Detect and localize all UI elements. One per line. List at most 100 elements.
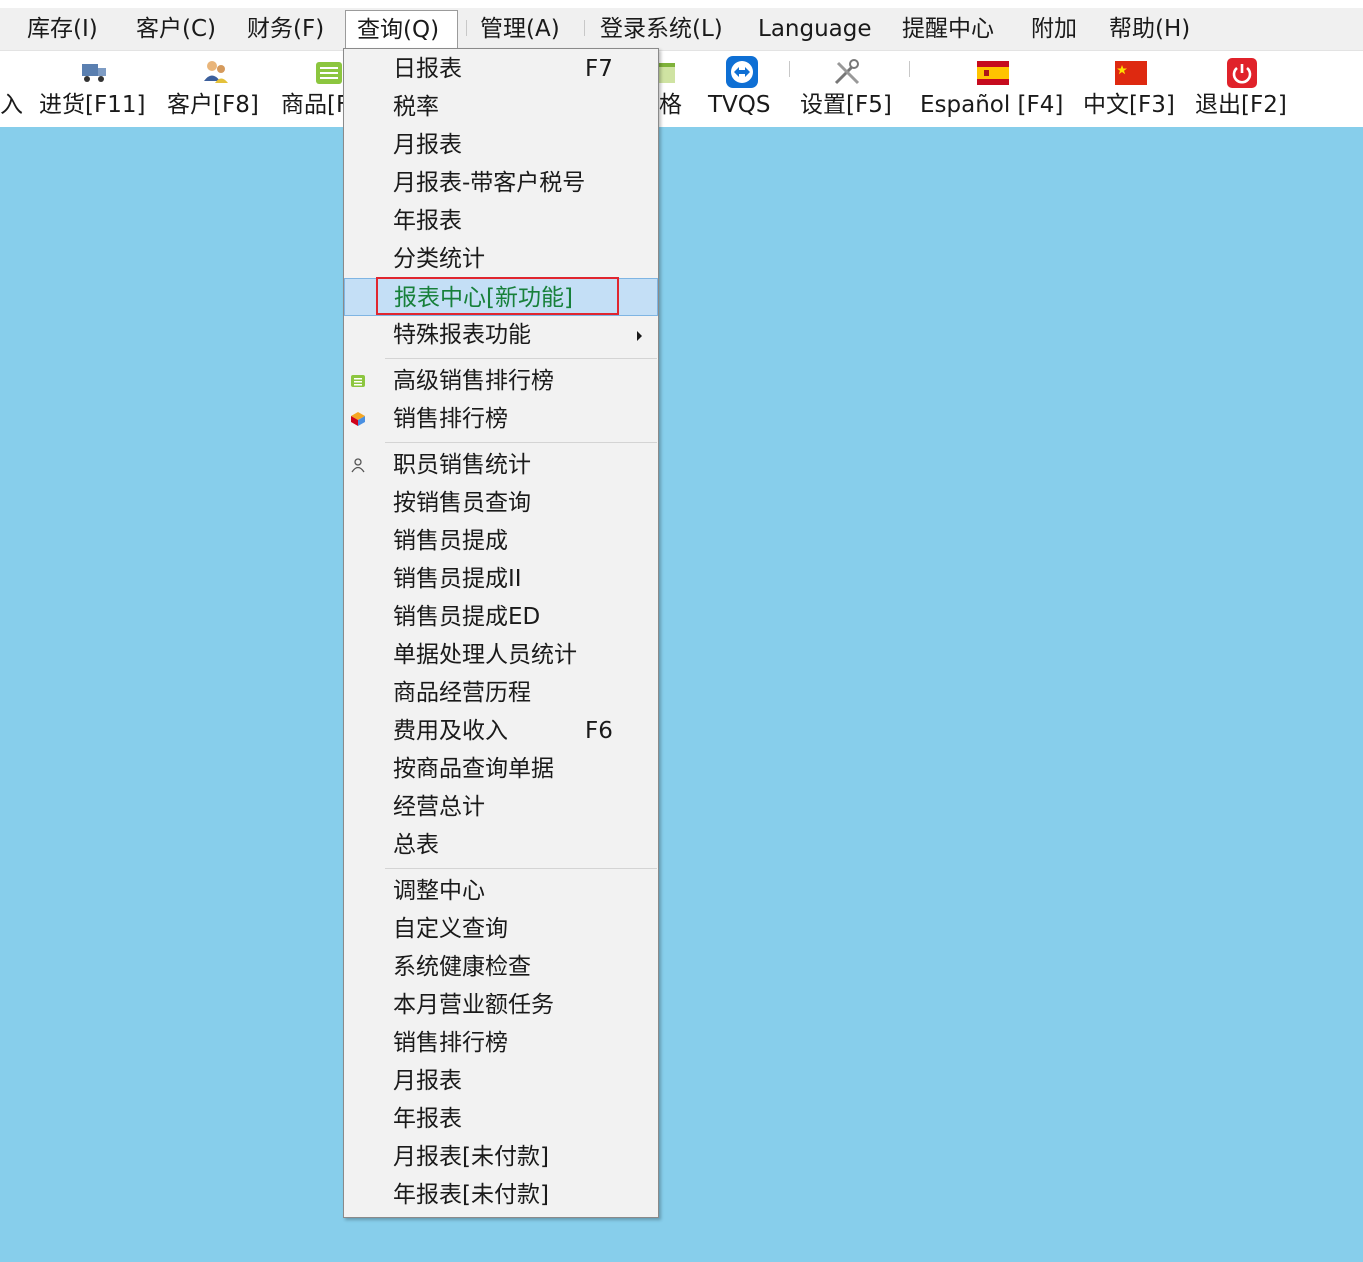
users-icon — [204, 61, 228, 83]
menu-item-monthly-report-tax-id[interactable]: 月报表-带客户税号 — [344, 164, 658, 202]
menu-item-label: 分类统计 — [393, 246, 485, 272]
menu-finance[interactable]: 财务(F) — [247, 8, 324, 50]
menu-item-label: 日报表 — [393, 56, 462, 82]
menu-item-summary-table[interactable]: 总表 — [344, 826, 658, 864]
window-top-strip — [0, 0, 1363, 8]
menu-item-label: 年报表 — [393, 1106, 462, 1132]
menu-item-tax-rate[interactable]: 税率 — [344, 88, 658, 126]
china-flag-icon — [1115, 61, 1147, 85]
toolbar-button-settings[interactable]: 设置[F5] — [800, 51, 896, 127]
menu-login-system[interactable]: 登录系统(L) — [600, 8, 723, 50]
menu-item-label: 销售员提成ED — [393, 604, 541, 630]
menu-language[interactable]: Language — [758, 8, 872, 50]
toolbar-label: 进货[F11] — [39, 92, 146, 118]
menu-item-label: 月报表[未付款] — [393, 1144, 549, 1170]
menu-item-annual-report-unpaid[interactable]: 年报表[未付款] — [344, 1176, 658, 1214]
toolbar-separator — [789, 61, 790, 77]
menu-item-label: 特殊报表功能 — [393, 322, 531, 348]
menu-item-system-health-check[interactable]: 系统健康检查 — [344, 948, 658, 986]
power-icon — [1227, 58, 1257, 88]
menu-help[interactable]: 帮助(H) — [1109, 8, 1190, 50]
menu-item-advanced-sales-ranking[interactable]: 高级销售排行榜 — [344, 362, 658, 400]
list-icon — [316, 62, 342, 84]
menu-item-monthly-revenue-target[interactable]: 本月营业额任务 — [344, 986, 658, 1024]
menu-item-salesperson-commission-ii[interactable]: 销售员提成II — [344, 560, 658, 598]
tools-icon — [834, 59, 860, 85]
menu-item-expenses-income[interactable]: 费用及收入 F6 — [344, 712, 658, 750]
menu-item-sales-ranking-2[interactable]: 销售排行榜 — [344, 1024, 658, 1062]
menu-item-sales-ranking[interactable]: 销售排行榜 — [344, 400, 658, 438]
menu-item-label: 商品经营历程 — [393, 680, 531, 706]
toolbar-button-purchase[interactable]: 进货[F11] — [39, 51, 149, 127]
toolbar-button-price-table[interactable]: 格 — [659, 51, 689, 127]
menu-item-label: 月报表-带客户税号 — [393, 170, 586, 196]
menu-item-label: 按销售员查询 — [393, 490, 531, 516]
toolbar-label: 入 — [0, 92, 23, 118]
menu-item-document-handler-stats[interactable]: 单据处理人员统计 — [344, 636, 658, 674]
staff-icon — [351, 458, 365, 473]
list-icon — [351, 375, 365, 387]
menu-item-label: 年报表 — [393, 208, 462, 234]
toolbar-label: 格 — [659, 92, 682, 118]
menu-item-label: 经营总计 — [393, 794, 485, 820]
menu-item-annual-report-2[interactable]: 年报表 — [344, 1100, 658, 1138]
annotation-highlight-box — [376, 277, 619, 315]
menu-item-label: 本月营业额任务 — [393, 992, 554, 1018]
toolbar-label: 退出[F2] — [1195, 92, 1287, 118]
toolbar-label: TVQS — [708, 92, 771, 118]
toolbar-separator — [909, 61, 910, 77]
toolbar-button-chinese[interactable]: 中文[F3] — [1083, 51, 1179, 127]
menu-item-label: 销售排行榜 — [393, 1030, 508, 1056]
menu-item-label: 高级销售排行榜 — [393, 368, 554, 394]
toolbar-button-customer[interactable]: 客户[F8] — [167, 51, 263, 127]
menu-item-staff-sales-stats[interactable]: 职员销售统计 — [344, 446, 658, 484]
menu-separator — [466, 20, 467, 36]
menu-separator — [584, 20, 585, 36]
menu-item-monthly-report-unpaid[interactable]: 月报表[未付款] — [344, 1138, 658, 1176]
toolbar-label: Español [F4] — [920, 92, 1064, 118]
menu-customer[interactable]: 客户(C) — [136, 8, 216, 50]
menu-item-label: 总表 — [393, 832, 439, 858]
menu-item-custom-query[interactable]: 自定义查询 — [344, 910, 658, 948]
menu-item-label: 税率 — [393, 94, 439, 120]
menu-item-product-history[interactable]: 商品经营历程 — [344, 674, 658, 712]
menu-item-label: 销售排行榜 — [393, 406, 508, 432]
menu-item-salesperson-commission-ed[interactable]: 销售员提成ED — [344, 598, 658, 636]
menu-item-salesperson-commission[interactable]: 销售员提成 — [344, 522, 658, 560]
toolbar-button-spanish[interactable]: Español [F4] — [920, 51, 1066, 127]
menu-item-report-center[interactable]: 报表中心[新功能] — [344, 277, 658, 316]
menu-item-category-stats[interactable]: 分类统计 — [344, 240, 658, 278]
menu-item-monthly-report[interactable]: 月报表 — [344, 126, 658, 164]
menu-item-special-reports[interactable]: 特殊报表功能 — [344, 316, 658, 354]
menu-inventory[interactable]: 库存(I) — [27, 8, 98, 50]
toolbar-button-tvqs[interactable]: TVQS — [708, 51, 776, 127]
menu-item-label: 单据处理人员统计 — [393, 642, 577, 668]
toolbar-button-exit[interactable]: 退出[F2] — [1195, 51, 1291, 127]
toolbar-button-products[interactable]: 商品[F — [281, 51, 349, 127]
toolbar-label: 中文[F3] — [1083, 92, 1175, 118]
menu-item-annual-report[interactable]: 年报表 — [344, 202, 658, 240]
menu-addons[interactable]: 附加 — [1031, 8, 1077, 50]
menu-separator — [385, 442, 657, 443]
menu-item-label: 费用及收入 — [393, 718, 508, 744]
menu-item-label: 自定义查询 — [393, 916, 508, 942]
table-icon — [659, 63, 675, 83]
menu-item-label: 职员销售统计 — [393, 452, 531, 478]
toolbar-label: 客户[F8] — [167, 92, 259, 118]
menu-item-query-by-salesperson[interactable]: 按销售员查询 — [344, 484, 658, 522]
menu-item-monthly-report-2[interactable]: 月报表 — [344, 1062, 658, 1100]
spain-flag-icon — [977, 61, 1009, 85]
teamviewer-icon — [726, 56, 758, 88]
toolbar-label: 商品[F — [281, 92, 350, 118]
cube-icon — [351, 412, 365, 426]
menu-item-daily-report[interactable]: 日报表 F7 — [344, 50, 658, 88]
menu-reminder-center[interactable]: 提醒中心 — [902, 8, 994, 50]
menu-item-business-total[interactable]: 经营总计 — [344, 788, 658, 826]
submenu-arrow-icon — [637, 331, 642, 341]
toolbar-label: 设置[F5] — [800, 92, 892, 118]
menu-manage[interactable]: 管理(A) — [480, 8, 560, 50]
menu-item-query-documents-by-product[interactable]: 按商品查询单据 — [344, 750, 658, 788]
menu-query[interactable]: 查询(Q) — [345, 10, 458, 48]
menu-item-label: 系统健康检查 — [393, 954, 531, 980]
menu-item-adjustment-center[interactable]: 调整中心 — [344, 872, 658, 910]
